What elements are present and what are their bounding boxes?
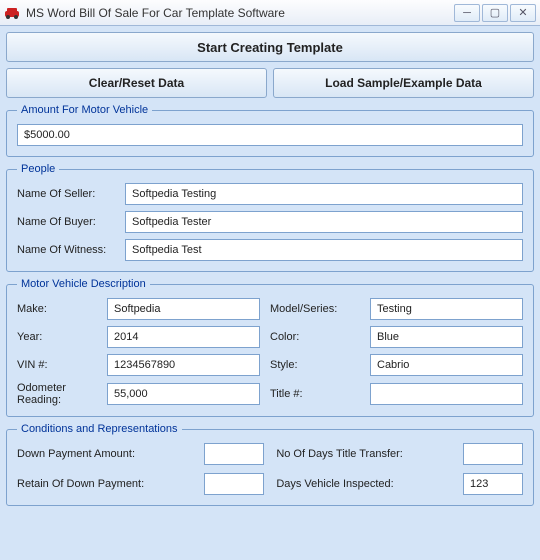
maximize-button[interactable]: ▢	[482, 4, 508, 22]
titlebar: MS Word Bill Of Sale For Car Template So…	[0, 0, 540, 26]
make-input[interactable]	[107, 298, 260, 320]
vin-input[interactable]	[107, 354, 260, 376]
vehicle-legend: Motor Vehicle Description	[17, 278, 150, 290]
days-inspected-label: Days Vehicle Inspected:	[276, 478, 451, 490]
down-payment-input[interactable]	[204, 443, 264, 465]
color-input[interactable]	[370, 326, 523, 348]
days-transfer-label: No Of Days Title Transfer:	[276, 448, 451, 460]
retain-input[interactable]	[204, 473, 264, 495]
amount-legend: Amount For Motor Vehicle	[17, 104, 152, 116]
days-inspected-input[interactable]	[463, 473, 523, 495]
amount-input[interactable]	[17, 124, 523, 146]
style-input[interactable]	[370, 354, 523, 376]
title-input[interactable]	[370, 383, 523, 405]
days-transfer-input[interactable]	[463, 443, 523, 465]
content-area: Start Creating Template Clear/Reset Data…	[0, 26, 540, 518]
witness-input[interactable]	[125, 239, 523, 261]
vehicle-fieldset: Motor Vehicle Description Make: Model/Se…	[6, 278, 534, 417]
people-fieldset: People Name Of Seller: Name Of Buyer: Na…	[6, 163, 534, 272]
close-button[interactable]: ✕	[510, 4, 536, 22]
clear-reset-button[interactable]: Clear/Reset Data	[6, 68, 267, 98]
year-input[interactable]	[107, 326, 260, 348]
down-payment-label: Down Payment Amount:	[17, 448, 192, 460]
conditions-fieldset: Conditions and Representations Down Paym…	[6, 423, 534, 506]
model-input[interactable]	[370, 298, 523, 320]
window-title: MS Word Bill Of Sale For Car Template So…	[26, 6, 454, 20]
start-creating-button[interactable]: Start Creating Template	[6, 32, 534, 62]
model-label: Model/Series:	[270, 303, 360, 315]
color-label: Color:	[270, 331, 360, 343]
style-label: Style:	[270, 359, 360, 371]
vin-label: VIN #:	[17, 359, 97, 371]
seller-input[interactable]	[125, 183, 523, 205]
retain-label: Retain Of Down Payment:	[17, 478, 192, 490]
window-controls: ─ ▢ ✕	[454, 4, 536, 22]
minimize-button[interactable]: ─	[454, 4, 480, 22]
app-icon	[4, 5, 20, 21]
amount-fieldset: Amount For Motor Vehicle	[6, 104, 534, 157]
title-label: Title #:	[270, 388, 360, 400]
buyer-input[interactable]	[125, 211, 523, 233]
make-label: Make:	[17, 303, 97, 315]
odometer-label: Odometer Reading:	[17, 382, 97, 406]
load-sample-button[interactable]: Load Sample/Example Data	[273, 68, 534, 98]
year-label: Year:	[17, 331, 97, 343]
seller-label: Name Of Seller:	[17, 188, 125, 200]
buyer-label: Name Of Buyer:	[17, 216, 125, 228]
conditions-legend: Conditions and Representations	[17, 423, 182, 435]
odometer-input[interactable]	[107, 383, 260, 405]
action-button-row: Clear/Reset Data Load Sample/Example Dat…	[6, 68, 534, 98]
people-legend: People	[17, 163, 59, 175]
witness-label: Name Of Witness:	[17, 244, 125, 256]
